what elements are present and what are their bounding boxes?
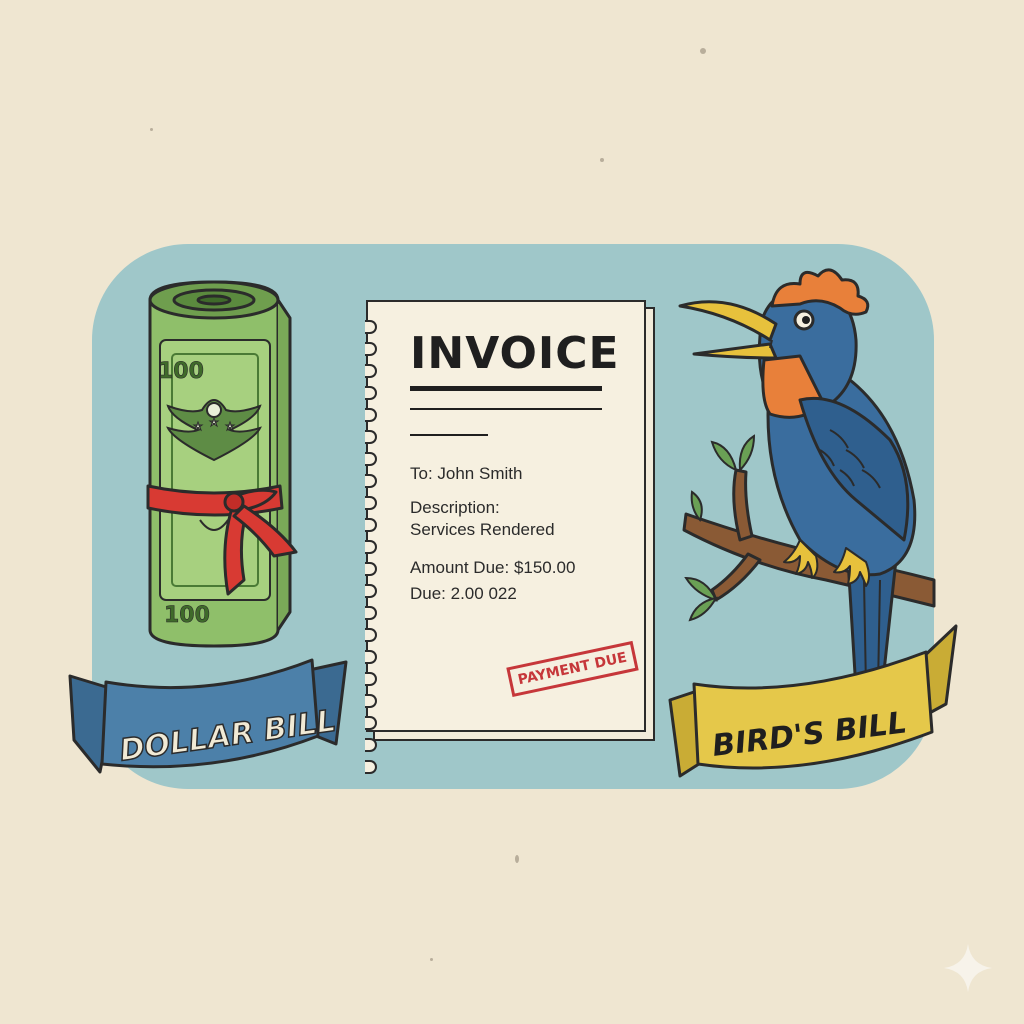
invoice-description-value: Services Rendered: [410, 520, 555, 539]
invoice-recipient: To: John Smith: [410, 464, 523, 483]
invoice-document: INVOICE To: John Smith Description: Serv…: [365, 300, 646, 774]
invoice-title: INVOICE: [410, 328, 620, 379]
short-divider: [410, 434, 488, 436]
invoice-due-date: Due: 2.00 022: [410, 584, 517, 603]
sparkle-icon: [944, 944, 992, 992]
note-denomination-top: 100: [158, 359, 204, 384]
perforated-edge: [365, 320, 378, 774]
title-divider: [410, 408, 602, 410]
payment-due-stamp: PAYMENT DUE: [506, 640, 639, 698]
money-roll: [148, 280, 292, 648]
note-denomination-bottom: 100: [164, 603, 210, 628]
illustration-canvas: 100 100 DOLLAR BILL BIRD'S BILL INVOICE …: [0, 0, 1024, 1024]
bird-illustration: [678, 268, 917, 692]
invoice-amount-due: Amount Due: $150.00: [410, 558, 576, 577]
invoice-description-label: Description:: [410, 498, 500, 517]
title-underline: [410, 386, 602, 391]
